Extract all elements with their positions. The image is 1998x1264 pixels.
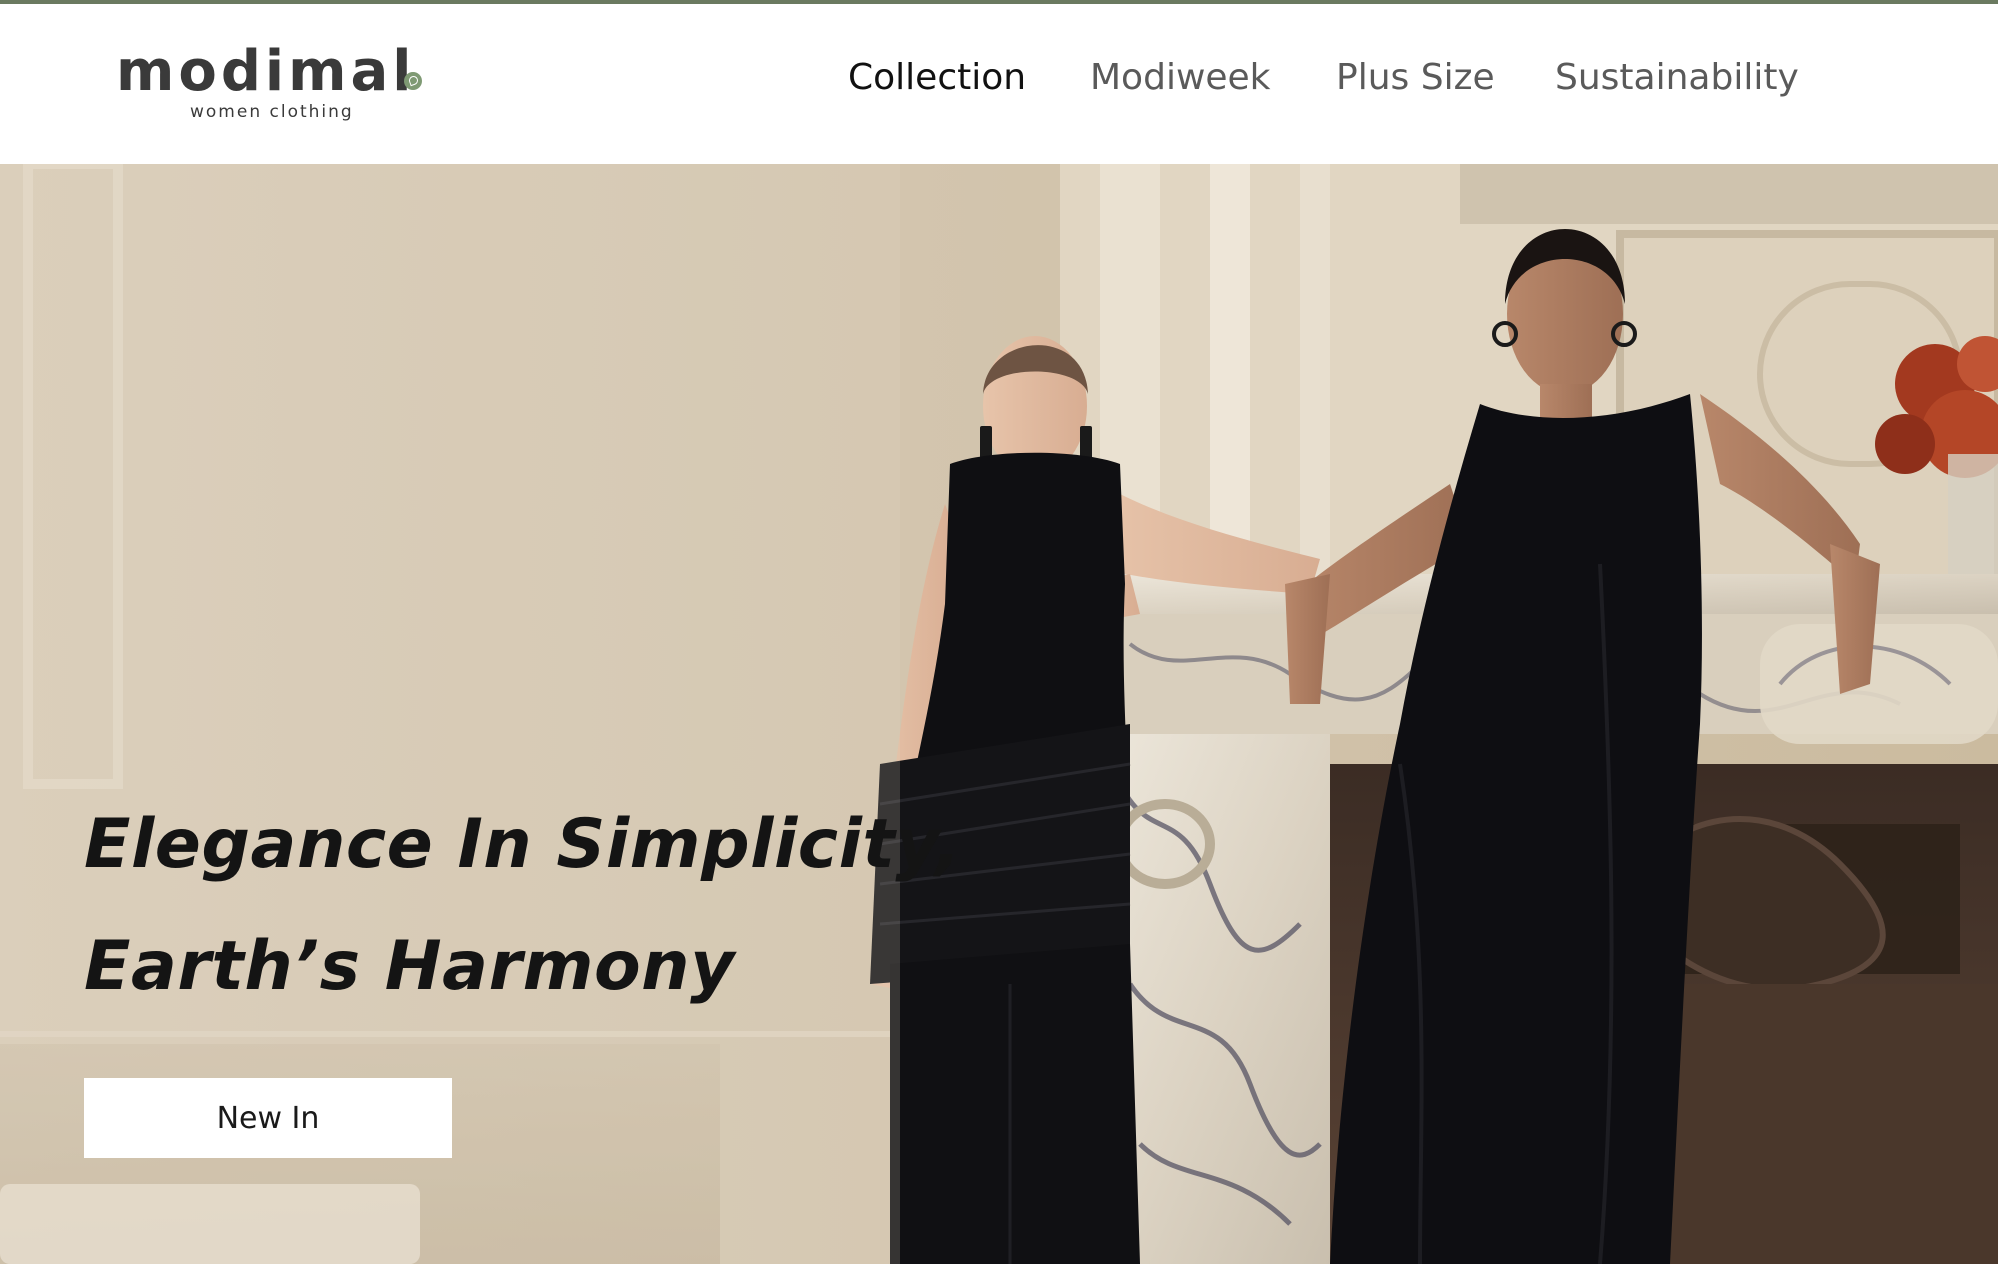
- hero-banner: Elegance In Simplicity, Earth’s Harmony …: [0, 164, 1998, 1264]
- hero-headline: Elegance In Simplicity, Earth’s Harmony: [84, 784, 961, 1028]
- nav-item-plus-size[interactable]: Plus Size: [1336, 54, 1495, 102]
- main-navigation: Collection Modiweek Plus Size Sustainabi…: [0, 4, 1998, 164]
- nav-item-collection[interactable]: Collection: [848, 54, 1026, 102]
- new-in-button[interactable]: New In: [84, 1078, 452, 1158]
- headline-line-2: Earth’s Harmony: [84, 927, 735, 1006]
- nav-item-modiweek[interactable]: Modiweek: [1090, 54, 1271, 102]
- nav-item-sustainability[interactable]: Sustainability: [1555, 54, 1799, 102]
- headline-line-1: Elegance In Simplicity,: [84, 805, 962, 884]
